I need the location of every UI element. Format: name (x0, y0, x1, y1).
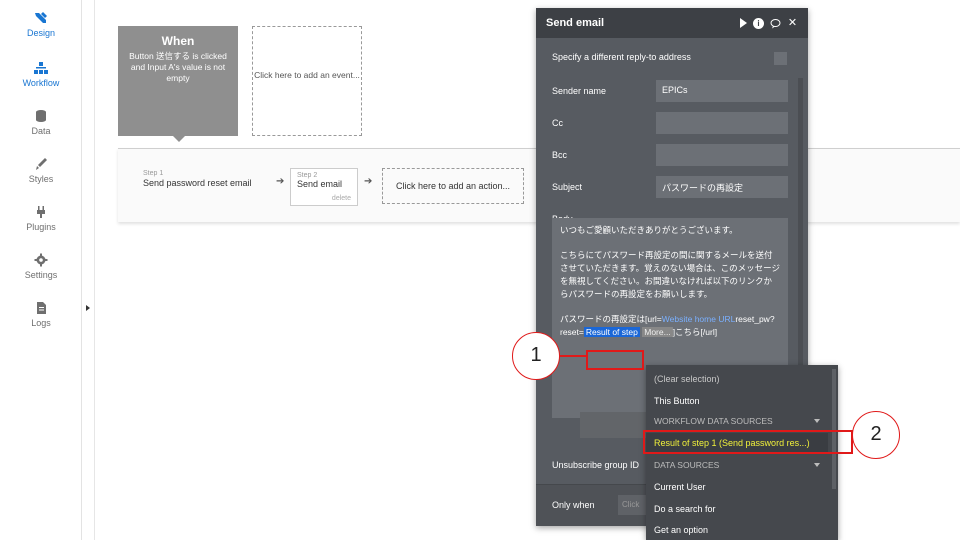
body-paragraph-1: いつもご愛顧いただきありがとうございます。 (560, 225, 738, 235)
panel-header: Send email i ✕ (536, 8, 808, 38)
event-description: Button 送信する is clicked and Input A's val… (129, 51, 227, 83)
step-2-number: Step 2 (297, 172, 318, 179)
close-icon[interactable]: ✕ (787, 17, 798, 29)
step-2[interactable]: Step 2 Send email delete (290, 168, 358, 206)
more-token[interactable]: More... (642, 327, 673, 337)
sender-name-label: Sender name (552, 86, 607, 96)
annotation-marker-2: 2 (852, 411, 900, 459)
body-paragraph-3: パスワードの再設定は[url=Website home URLreset_pw?… (560, 313, 780, 339)
design-icon (35, 12, 47, 23)
step-1-number: Step 1 (143, 170, 164, 177)
add-event-label: Click here to add an event... (254, 70, 360, 80)
arrow-right-icon: ➔ (364, 176, 373, 187)
cc-label: Cc (552, 118, 563, 128)
sidebar-item-label: Design (26, 28, 55, 38)
dropdown-section-workflow[interactable]: WORKFLOW DATA SOURCES (646, 411, 828, 431)
dropdown-item-do-search[interactable]: Do a search for (646, 499, 828, 519)
add-action-label: Click here to add an action... (395, 181, 511, 191)
subject-value: パスワードの再設定 (662, 183, 744, 193)
step-2-delete-link[interactable]: delete (332, 195, 351, 202)
sidebar-item-design[interactable]: Design (0, 10, 82, 38)
plugins-icon (37, 206, 45, 218)
unsubscribe-group-label: Unsubscribe group ID (552, 460, 640, 470)
dropdown-item-label: This Button (654, 396, 700, 406)
sender-name-input[interactable]: EPICs (656, 80, 788, 102)
sidebar-item-label: Data (31, 126, 51, 136)
sidebar-item-label: Settings (24, 270, 58, 280)
reply-to-checkbox[interactable] (774, 52, 787, 65)
sidebar-item-styles[interactable]: Styles (0, 156, 82, 184)
panel-header-icons: i ✕ (740, 17, 798, 29)
annotation-line-1 (560, 355, 588, 357)
triangle-down-icon (814, 419, 820, 423)
sidebar-item-settings[interactable]: Settings (0, 252, 82, 280)
event-card[interactable]: When Button 送信する is clicked and Input A'… (118, 26, 238, 136)
subject-label: Subject (552, 182, 583, 192)
dropdown-item-label: Do a search for (654, 504, 716, 514)
sidebar-item-label: Workflow (22, 78, 60, 88)
sidebar-item-data[interactable]: Data (0, 108, 82, 136)
cc-input[interactable] (656, 112, 788, 134)
website-home-url-token[interactable]: Website home URL (662, 314, 736, 324)
sidebar-item-workflow[interactable]: Workflow (0, 60, 82, 88)
dropdown-item-clear[interactable]: (Clear selection) (646, 369, 828, 389)
event-title: When (161, 34, 195, 48)
sender-name-value: EPICs (662, 85, 688, 95)
dropdown-section-label: DATA SOURCES (654, 460, 720, 470)
annotation-marker-1: 1 (512, 332, 560, 380)
only-when-label: Only when (552, 500, 595, 510)
dropdown-scrollbar[interactable] (832, 369, 836, 489)
styles-icon (36, 158, 47, 170)
settings-icon (34, 253, 48, 267)
add-event-button[interactable]: Click here to add an event... (252, 26, 362, 136)
bcc-input[interactable] (656, 144, 788, 166)
sidebar-item-plugins[interactable]: Plugins (0, 204, 82, 232)
info-icon[interactable]: i (753, 17, 764, 29)
arrow-right-icon: ➔ (276, 176, 285, 187)
dropdown-section-label: WORKFLOW DATA SOURCES (654, 416, 773, 426)
body-paragraph-2: こちらにてパスワード再設定の間に関するメールを送付させていただきます。覚えのない… (560, 250, 780, 299)
sidebar: Design Workflow Data Styles Plugins Sett… (0, 0, 82, 540)
reply-to-label: Specify a different reply-to address (552, 52, 691, 62)
logs-icon (37, 302, 46, 314)
triangle-down-icon (814, 463, 820, 467)
dropdown-item-current-user[interactable]: Current User (646, 477, 828, 497)
dropdown-item-label: (Clear selection) (654, 374, 720, 384)
event-notch (173, 136, 185, 142)
body-url-prefix: パスワードの再設定は[url= (560, 314, 662, 324)
subject-input[interactable]: パスワードの再設定 (656, 176, 788, 198)
add-action-button[interactable]: Click here to add an action... (382, 168, 524, 204)
dropdown-section-data[interactable]: DATA SOURCES (646, 455, 828, 475)
dropdown-item-get-option[interactable]: Get an option (646, 520, 828, 540)
sidebar-item-label: Plugins (26, 222, 56, 232)
annotation-marker-label: 1 (530, 344, 542, 366)
sidebar-item-label: Styles (28, 174, 54, 184)
step-1-label: Send password reset email (143, 178, 252, 188)
annotation-box-2 (643, 430, 853, 454)
bcc-label: Bcc (552, 150, 568, 160)
sidebar-item-label: Logs (31, 318, 51, 328)
dropdown-item-this-button[interactable]: This Button (646, 391, 828, 411)
workflow-icon (34, 62, 48, 74)
dropdown-item-label: Current User (654, 482, 706, 492)
workflow-editor: Design Workflow Data Styles Plugins Sett… (0, 0, 960, 540)
sidebar-collapse-caret-icon[interactable] (86, 305, 90, 311)
only-when-placeholder: Click (622, 500, 640, 509)
play-icon[interactable] (740, 18, 747, 28)
step-1[interactable]: Step 1 Send password reset email (143, 170, 252, 188)
sidebar-item-logs[interactable]: Logs (0, 300, 82, 328)
data-icon (36, 110, 46, 122)
panel-title: Send email (546, 17, 605, 29)
body-url-suffix: ]こちら[/url] (672, 327, 718, 337)
annotation-box-1 (586, 350, 644, 370)
sidebar-divider (94, 0, 95, 540)
comment-icon[interactable] (770, 18, 781, 29)
dropdown-item-label: Get an option (654, 525, 709, 535)
annotation-marker-label: 2 (870, 423, 882, 445)
result-of-step-token[interactable]: Result of step (583, 327, 640, 337)
step-2-label: Send email (297, 179, 343, 189)
